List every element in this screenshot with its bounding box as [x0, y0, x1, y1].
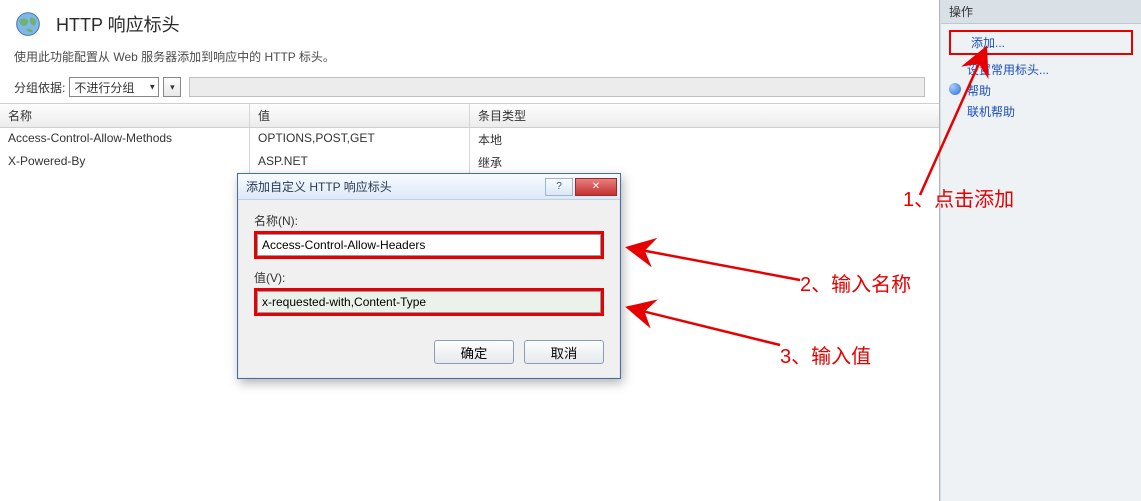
action-online-help[interactable]: 联机帮助: [945, 101, 1137, 122]
actions-title: 操作: [941, 0, 1141, 24]
grouping-label: 分组依据:: [14, 79, 65, 96]
page-description: 使用此功能配置从 Web 服务器添加到响应中的 HTTP 标头。: [0, 44, 939, 75]
dialog-buttons: 确定 取消: [238, 330, 620, 378]
cancel-button[interactable]: 取消: [524, 340, 604, 364]
toolbar-filler: [189, 77, 925, 97]
dialog-close-button[interactable]: ✕: [575, 178, 617, 196]
dialog-titlebar[interactable]: 添加自定义 HTTP 响应标头 ? ✕: [238, 174, 620, 200]
value-field[interactable]: [257, 291, 601, 313]
cell-type: 继承: [470, 151, 939, 174]
name-field[interactable]: [257, 234, 601, 256]
cell-name: Access-Control-Allow-Methods: [0, 128, 250, 151]
cell-value: OPTIONS,POST,GET: [250, 128, 470, 151]
grouping-dropdown[interactable]: 不进行分组 ▼: [69, 77, 159, 97]
dialog-help-button[interactable]: ?: [545, 178, 573, 196]
table-row[interactable]: X-Powered-By ASP.NET 继承: [0, 151, 939, 174]
action-add[interactable]: 添加...: [949, 30, 1133, 55]
actions-pane: 操作 添加... 设置常用标头... 帮助 联机帮助: [940, 0, 1141, 501]
col-header-value[interactable]: 值: [250, 104, 470, 127]
close-icon: ✕: [592, 181, 600, 192]
grouping-toolbar: 分组依据: 不进行分组 ▼ ▾: [0, 75, 939, 99]
ok-button[interactable]: 确定: [434, 340, 514, 364]
dialog-body: 名称(N): 值(V):: [238, 200, 620, 330]
cell-type: 本地: [470, 128, 939, 151]
name-field-highlight: [254, 231, 604, 259]
name-field-label: 名称(N):: [254, 212, 604, 229]
dialog-title: 添加自定义 HTTP 响应标头: [246, 178, 392, 195]
actions-links: 添加... 设置常用标头... 帮助 联机帮助: [941, 24, 1141, 128]
col-header-type[interactable]: 条目类型: [470, 104, 939, 127]
grouping-extra-button[interactable]: ▾: [163, 77, 181, 97]
cell-name: X-Powered-By: [0, 151, 250, 174]
cell-value: ASP.NET: [250, 151, 470, 174]
action-help[interactable]: 帮助: [945, 80, 1137, 101]
col-header-name[interactable]: 名称: [0, 104, 250, 127]
table-header-row: 名称 值 条目类型: [0, 103, 939, 128]
value-field-highlight: [254, 288, 604, 316]
add-header-dialog: 添加自定义 HTTP 响应标头 ? ✕ 名称(N): 值(V): 确定 取消: [237, 173, 621, 379]
action-set-common[interactable]: 设置常用标头...: [945, 59, 1137, 80]
header: HTTP 响应标头: [0, 0, 939, 44]
page-title: HTTP 响应标头: [56, 11, 180, 37]
globe-icon: [14, 10, 42, 38]
help-icon: ?: [556, 181, 562, 192]
grouping-value: 不进行分组: [74, 79, 134, 96]
value-field-label: 值(V):: [254, 269, 604, 286]
chevron-down-icon: ▼: [148, 83, 156, 92]
table-row[interactable]: Access-Control-Allow-Methods OPTIONS,POS…: [0, 128, 939, 151]
